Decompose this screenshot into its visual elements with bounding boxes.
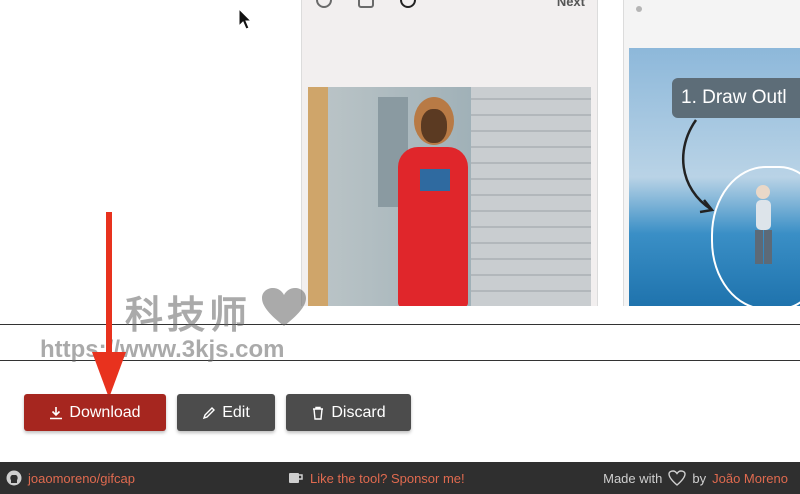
- circle-icon: [400, 0, 416, 8]
- preview-frame-left: Next: [301, 0, 598, 306]
- discard-label: Discard: [331, 403, 386, 421]
- settings-icon: [358, 0, 374, 8]
- coffee-icon: [289, 473, 303, 483]
- emoji-icon: [316, 0, 332, 8]
- download-button[interactable]: Download: [24, 394, 166, 431]
- next-label: Next: [556, 0, 585, 9]
- heart-watermark-icon: [262, 288, 306, 326]
- frame-toolbar: Next: [302, 0, 597, 14]
- heart-icon: [668, 470, 687, 486]
- footer-bar: joaomoreno/gifcap Like the tool? Sponsor…: [0, 462, 800, 494]
- red-annotation-arrow-icon: [92, 212, 126, 398]
- jumping-kid-figure: [755, 185, 772, 264]
- preview-frame-right: 1. Draw Outl: [623, 0, 800, 306]
- instruction-callout: 1. Draw Outl: [672, 78, 800, 118]
- repo-link-text: joaomoreno/gifcap: [28, 470, 135, 486]
- credit: Made with by João Moreno: [603, 462, 788, 494]
- sponsor-link[interactable]: Like the tool? Sponsor me!: [288, 462, 465, 494]
- github-icon: [6, 470, 22, 486]
- watermark-text: 科技师: [125, 293, 252, 337]
- discard-button[interactable]: Discard: [286, 394, 411, 431]
- edit-label: Edit: [222, 403, 250, 421]
- trash-icon: [313, 406, 324, 420]
- by-text: by: [692, 470, 707, 486]
- watermark-url: https://www.3kjs.com: [40, 336, 285, 363]
- download-icon: [50, 406, 63, 419]
- ocean-photo: 1. Draw Outl: [629, 48, 800, 306]
- download-label: Download: [69, 403, 141, 421]
- github-link[interactable]: joaomoreno/gifcap: [6, 462, 135, 494]
- pencil-icon: [203, 406, 216, 419]
- fashion-photo: [308, 87, 591, 306]
- edit-button[interactable]: Edit: [177, 394, 275, 431]
- author-link[interactable]: João Moreno: [712, 471, 788, 486]
- toolbar-dot-icon: [636, 6, 642, 12]
- sponsor-link-text: Like the tool? Sponsor me!: [310, 470, 465, 486]
- made-with-text: Made with: [603, 470, 663, 486]
- mouse-cursor-icon: [238, 8, 252, 30]
